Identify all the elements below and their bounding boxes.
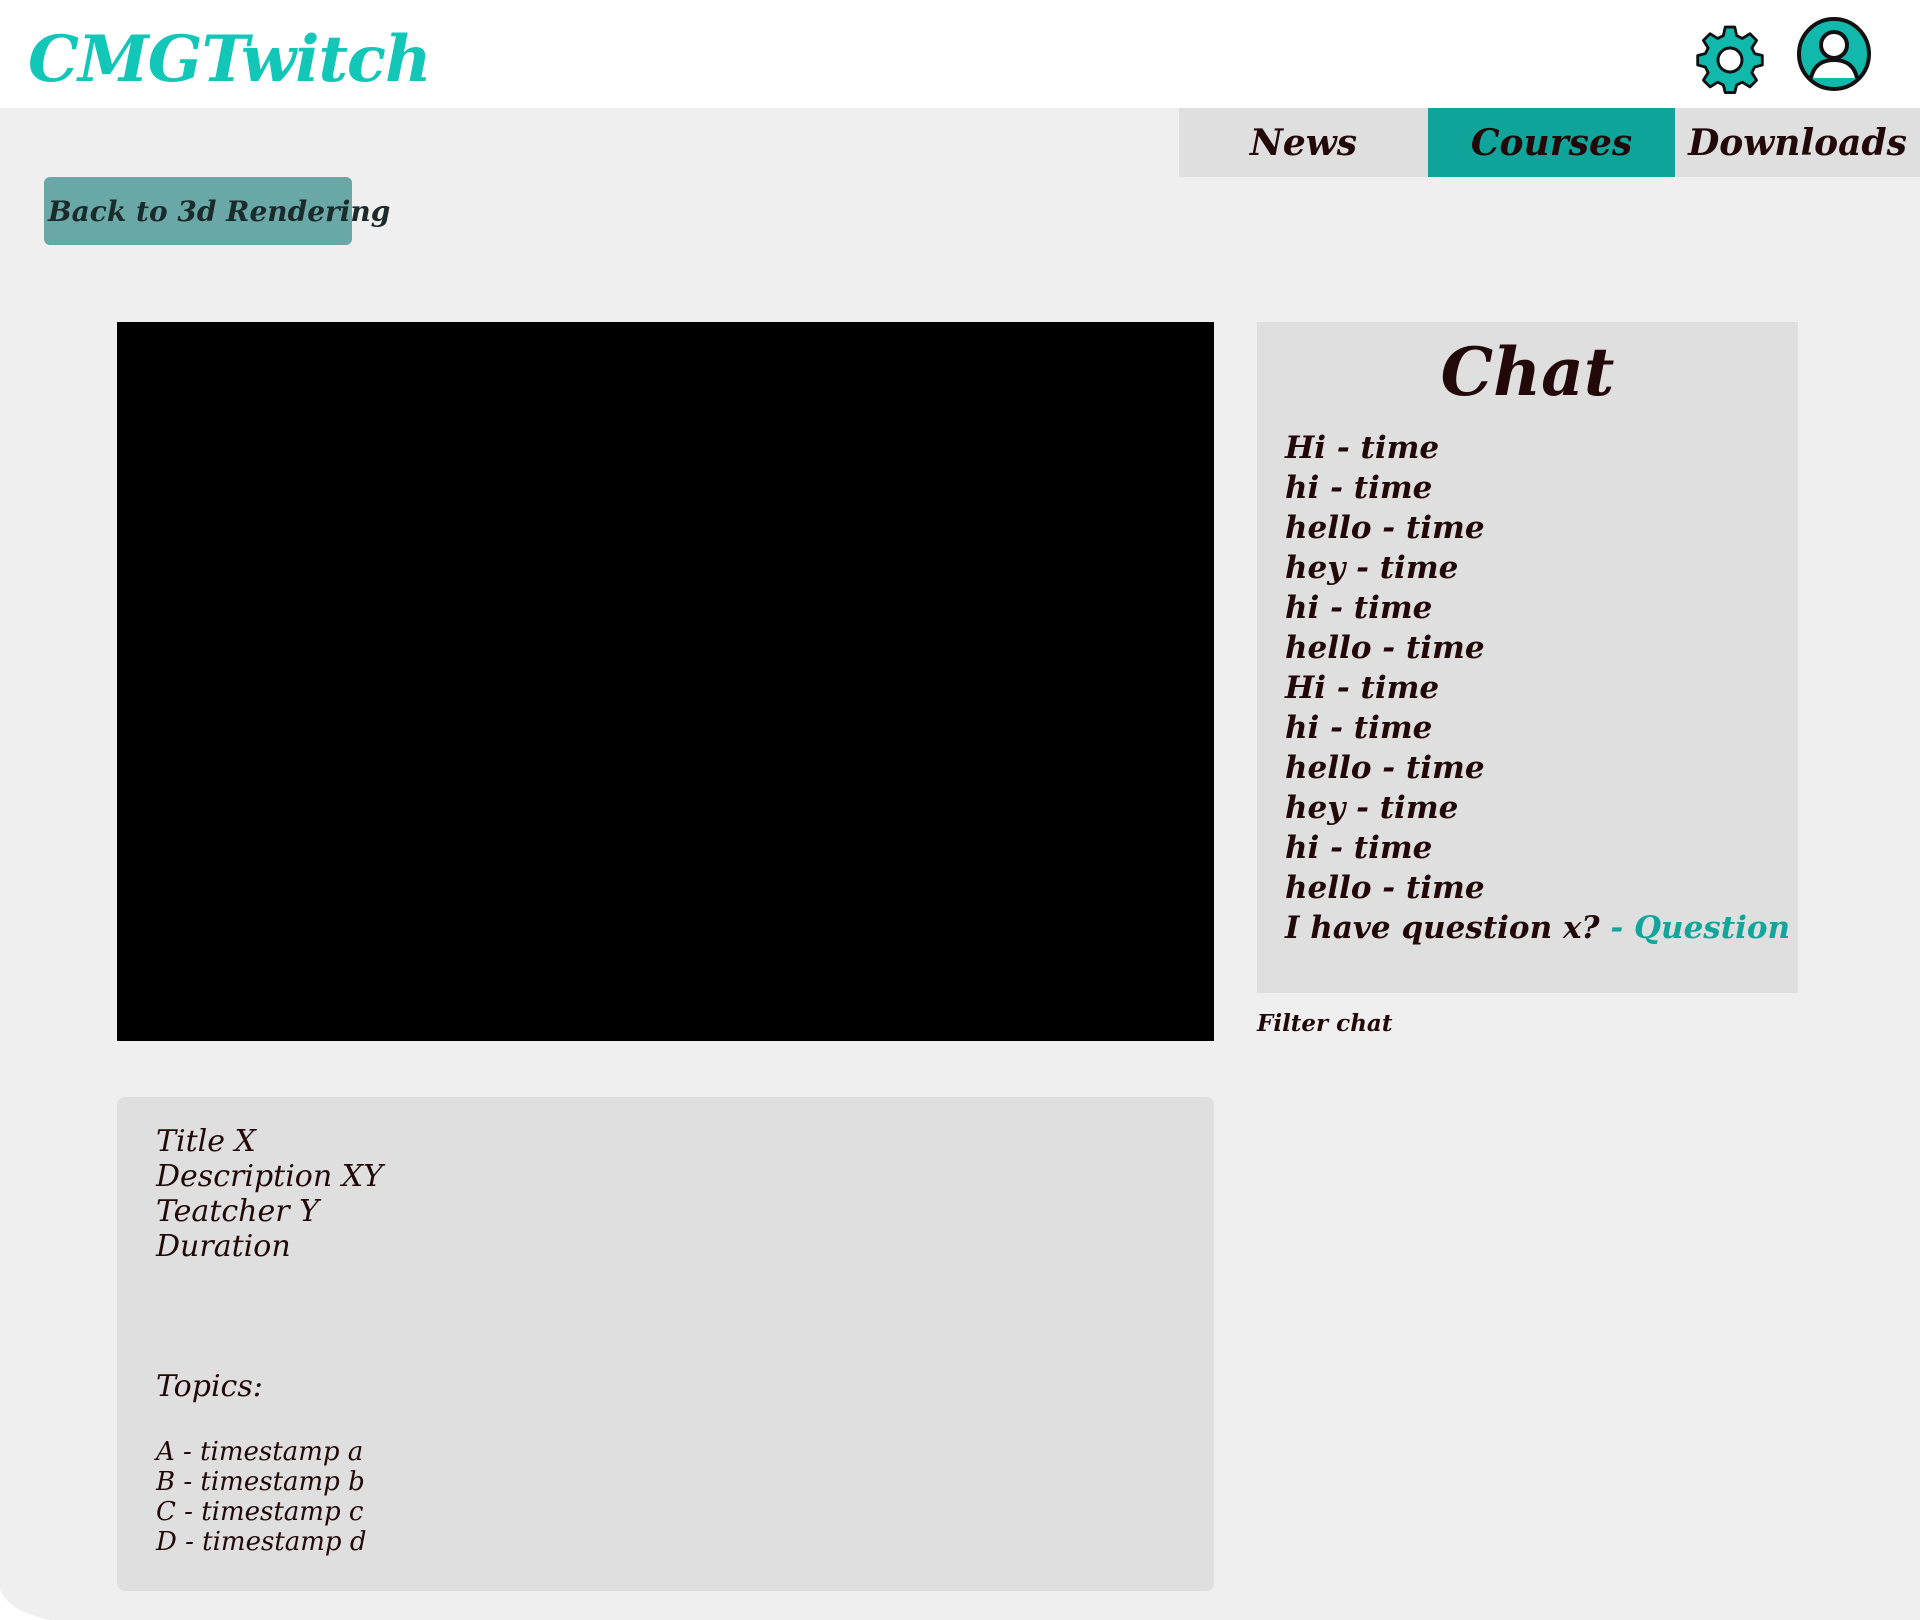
chat-panel: Chat Hi - time hi - time hello - time he… xyxy=(1257,322,1798,993)
chat-message: Hi - time xyxy=(1285,430,1440,466)
topic-item[interactable]: A - timestamp a xyxy=(156,1437,366,1467)
chat-message: hi - time xyxy=(1285,710,1433,746)
gear-icon[interactable] xyxy=(1694,24,1766,96)
app-logo[interactable]: CMGTwitch xyxy=(28,22,431,98)
chat-message: hello - time xyxy=(1285,510,1485,546)
topic-item[interactable]: B - timestamp b xyxy=(156,1467,366,1497)
back-button[interactable]: Back to 3d Rendering xyxy=(44,177,390,245)
topic-item[interactable]: D - timestamp d xyxy=(156,1527,366,1557)
chat-message: hey - time xyxy=(1285,550,1459,586)
chat-message: hi - time xyxy=(1285,830,1433,866)
nav-news[interactable]: News xyxy=(1179,108,1428,177)
chat-message: Hi - time xyxy=(1285,670,1440,706)
nav-courses[interactable]: Courses xyxy=(1428,108,1675,177)
video-player[interactable] xyxy=(117,322,1214,1041)
chat-message-list: Hi - time hi - time hello - time hey - t… xyxy=(1285,428,1790,948)
chat-message: hello - time xyxy=(1285,750,1485,786)
course-duration: Duration xyxy=(156,1229,291,1264)
chat-title: Chat xyxy=(1440,333,1615,411)
user-avatar-icon[interactable] xyxy=(1796,16,1872,92)
course-info-panel: Title X Description XY Teatcher Y Durati… xyxy=(117,1097,1214,1591)
chat-message: hello - time xyxy=(1285,870,1485,906)
nav-downloads[interactable]: Downloads xyxy=(1675,108,1920,177)
course-details: Title X Description XY Teatcher Y Durati… xyxy=(156,1124,383,1264)
question-tag[interactable]: - Question xyxy=(1600,910,1790,946)
main-nav: News Courses Downloads xyxy=(1179,108,1920,177)
chat-message: hi - time xyxy=(1285,470,1433,506)
top-header: CMGTwitch xyxy=(0,0,1920,108)
topic-item[interactable]: C - timestamp c xyxy=(156,1497,366,1527)
filter-chat-link[interactable]: Filter chat xyxy=(1257,1010,1392,1037)
chat-message: hi - time xyxy=(1285,590,1433,626)
course-title: Title X xyxy=(156,1124,256,1159)
chat-message: hello - time xyxy=(1285,630,1485,666)
corner-decoration xyxy=(0,1590,50,1620)
topics-heading: Topics: xyxy=(156,1369,263,1404)
chat-question-message: I have question x? - Question xyxy=(1285,908,1790,948)
chat-message: hey - time xyxy=(1285,790,1459,826)
question-text: I have question x? xyxy=(1285,910,1600,946)
topics-list: A - timestamp a B - timestamp b C - time… xyxy=(156,1437,366,1557)
course-description: Description XY xyxy=(156,1159,383,1194)
course-teacher: Teatcher Y xyxy=(156,1194,319,1229)
